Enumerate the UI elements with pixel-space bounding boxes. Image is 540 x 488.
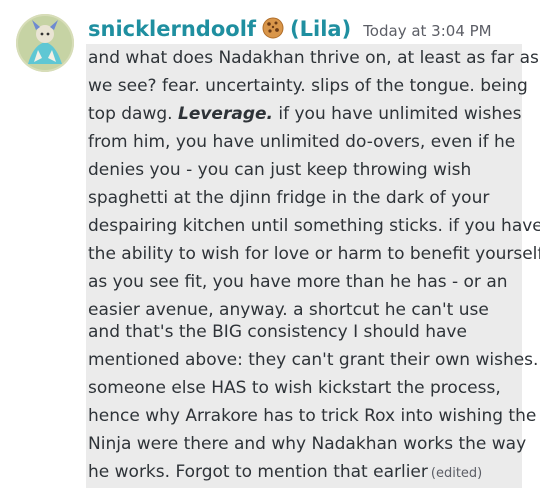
message-header: snicklerndoolf (Lila) Today at 3:04 PM bbox=[88, 14, 492, 44]
message-text: if you have unlimited wishes bbox=[272, 104, 522, 124]
edited-label: (edited) bbox=[430, 466, 483, 481]
chat-message: snicklerndoolf (Lila) Today at 3:04 PM a… bbox=[0, 0, 540, 488]
message-line: and that's the BIG consistency I should … bbox=[88, 322, 467, 342]
message-paragraph-1: and what does Nadakhan thrive on, at lea… bbox=[86, 44, 540, 324]
message-line: and what does Nadakhan thrive on, at lea… bbox=[88, 48, 539, 68]
message-line: top dawg. Leverage. if you have unlimite… bbox=[88, 100, 522, 128]
avatar[interactable] bbox=[16, 14, 74, 72]
message-line: despairing kitchen until something stick… bbox=[88, 216, 540, 236]
username[interactable]: snicklerndoolf bbox=[88, 17, 256, 41]
message-line: Ninja were there and why Nadakhan works … bbox=[88, 434, 527, 454]
message-text: top dawg. bbox=[88, 104, 178, 124]
emphasized-text: Leverage. bbox=[177, 104, 273, 124]
message-line: the ability to wish for love or harm to … bbox=[88, 244, 540, 264]
message-line: he works. Forgot to mention that earlier… bbox=[88, 458, 520, 488]
message-line: someone else HAS to wish kickstart the p… bbox=[88, 378, 501, 398]
message-text: he works. Forgot to mention that earlier bbox=[88, 462, 428, 482]
message-line: as you see fit, you have more than he ha… bbox=[88, 272, 508, 292]
message-line: mentioned above: they can't grant their … bbox=[88, 350, 539, 370]
message-paragraph-2: and that's the BIG consistency I should … bbox=[86, 318, 539, 488]
message-line: spaghetti at the djinn fridge in the dar… bbox=[88, 188, 490, 208]
message-line: denies you - you can just keep throwing … bbox=[88, 160, 472, 180]
timestamp: Today at 3:04 PM bbox=[363, 22, 492, 40]
cookie-icon bbox=[262, 17, 284, 43]
message-line: we see? fear. uncertainty. slips of the … bbox=[88, 76, 528, 96]
message-line: hence why Arrakore has to trick Rox into… bbox=[88, 406, 537, 426]
nickname[interactable]: (Lila) bbox=[290, 17, 351, 41]
message-line: from him, you have unlimited do-overs, e… bbox=[88, 132, 516, 152]
